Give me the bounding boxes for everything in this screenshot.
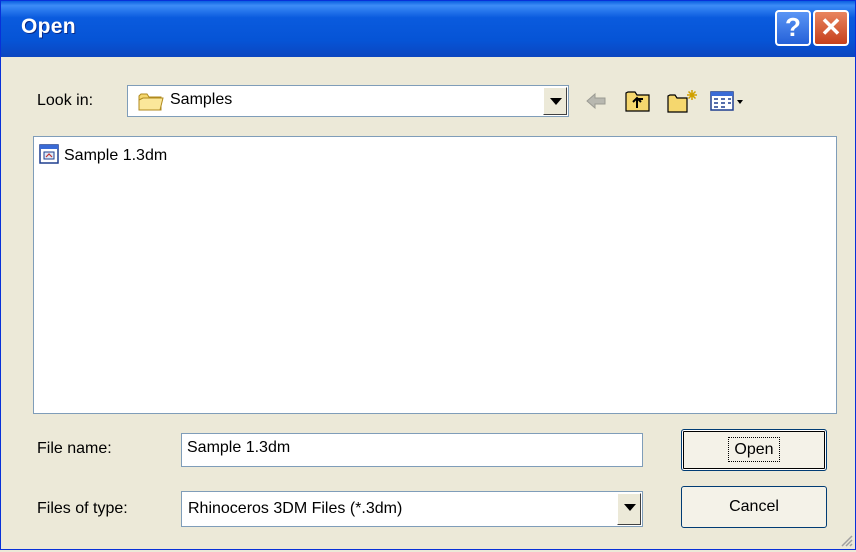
look-in-dropdown[interactable]: Samples bbox=[127, 85, 569, 117]
dialog-title: Open bbox=[21, 15, 76, 38]
up-folder-icon[interactable] bbox=[623, 87, 653, 115]
file-list[interactable]: Sample 1.3dm bbox=[33, 136, 837, 414]
file-type-dropdown-button[interactable] bbox=[617, 493, 641, 525]
view-menu-icon[interactable] bbox=[709, 87, 749, 115]
list-item[interactable]: Sample 1.3dm bbox=[38, 143, 168, 170]
new-folder-icon[interactable] bbox=[665, 87, 697, 115]
file-name-text: Sample 1.3dm bbox=[64, 147, 168, 164]
help-button[interactable]: ? bbox=[775, 10, 811, 46]
open-button-label: Open bbox=[728, 437, 780, 462]
file-name-field[interactable]: Sample 1.3dm bbox=[181, 433, 643, 467]
resize-grip-icon[interactable] bbox=[839, 533, 853, 547]
title-bar[interactable]: Open ? ✕ bbox=[1, 1, 855, 57]
file-type-label: Files of type: bbox=[37, 500, 128, 517]
close-button[interactable]: ✕ bbox=[813, 10, 849, 46]
open-dialog: Open ? ✕ Look in: Samples Sample 1.3dm F… bbox=[0, 0, 856, 550]
file-type-value: Rhinoceros 3DM Files (*.3dm) bbox=[188, 500, 403, 517]
rhino-3dm-file-icon bbox=[38, 143, 60, 170]
file-name-value: Sample 1.3dm bbox=[187, 439, 291, 456]
file-type-dropdown[interactable]: Rhinoceros 3DM Files (*.3dm) bbox=[181, 491, 643, 527]
file-name-label: File name: bbox=[37, 440, 112, 457]
look-in-dropdown-button[interactable] bbox=[543, 87, 567, 115]
open-button[interactable]: Open bbox=[681, 429, 827, 471]
cancel-button[interactable]: Cancel bbox=[681, 486, 827, 528]
look-in-label: Look in: bbox=[37, 92, 94, 109]
look-in-value: Samples bbox=[170, 91, 233, 108]
back-arrow-icon[interactable] bbox=[581, 87, 611, 115]
folder-icon bbox=[138, 92, 164, 117]
